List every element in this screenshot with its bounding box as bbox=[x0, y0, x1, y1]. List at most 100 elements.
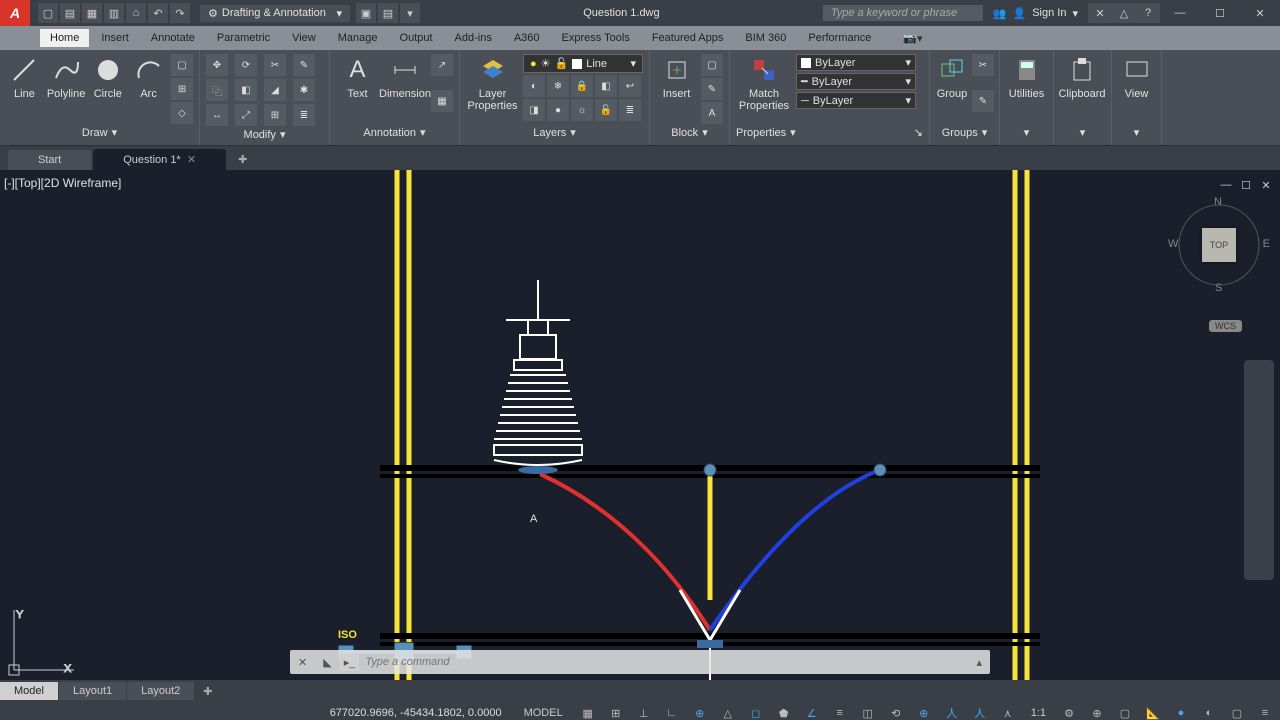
status-grid-icon[interactable]: ▦ bbox=[577, 703, 599, 720]
status-dyn-icon[interactable]: ⊕ bbox=[913, 703, 935, 720]
edit-block-icon[interactable]: ✎ bbox=[701, 78, 723, 100]
maximize-button[interactable]: ☐ bbox=[1200, 0, 1240, 26]
qat-extra3-icon[interactable]: ▾ bbox=[400, 3, 420, 23]
panel-properties-label[interactable]: Properties ▾ ↘ bbox=[736, 124, 923, 141]
panel-utilities-label[interactable]: ▾ bbox=[1006, 124, 1047, 141]
wcs-badge[interactable]: WCS bbox=[1209, 320, 1242, 332]
workspace-dropdown[interactable]: ⚙ Drafting & Annotation ▾ bbox=[200, 5, 350, 22]
signin-link[interactable]: Sign In bbox=[1032, 7, 1066, 19]
ribbon-minimize-icon[interactable]: 📷▾ bbox=[903, 32, 922, 45]
status-scale[interactable]: 1:1 bbox=[1025, 707, 1052, 719]
layer-match-icon[interactable]: ◧ bbox=[595, 75, 617, 97]
qat-extra2-icon[interactable]: ▤ bbox=[378, 3, 398, 23]
mirror-icon[interactable]: ◧ bbox=[235, 79, 257, 101]
qat-saveas-icon[interactable]: ▥ bbox=[104, 3, 124, 23]
qat-redo-icon[interactable]: ↷ bbox=[170, 3, 190, 23]
cmdline-history-icon[interactable]: ▴ bbox=[968, 656, 990, 669]
tab-bim360[interactable]: BIM 360 bbox=[735, 29, 796, 47]
stretch-icon[interactable]: ↔ bbox=[206, 104, 228, 126]
status-osnap-icon[interactable]: ◻ bbox=[745, 703, 767, 720]
command-input[interactable] bbox=[359, 656, 968, 668]
qat-plot-icon[interactable]: ⌂ bbox=[126, 3, 146, 23]
status-lwt-icon[interactable]: ≡ bbox=[829, 703, 851, 720]
infocenter-icon[interactable]: 👥 bbox=[993, 7, 1007, 20]
tab-featuredapps[interactable]: Featured Apps bbox=[642, 29, 734, 47]
drawing-canvas[interactable]: A ISO Y X bbox=[0, 170, 1280, 680]
panel-groups-label[interactable]: Groups ▾ bbox=[936, 124, 993, 141]
layouttab-layout1[interactable]: Layout1 bbox=[59, 682, 126, 700]
lineweight-dropdown[interactable]: ━ByLayer▾ bbox=[796, 73, 916, 90]
qat-open-icon[interactable]: ▤ bbox=[60, 3, 80, 23]
command-line[interactable]: ✕ ◣ ▸_ ▴ bbox=[290, 650, 990, 674]
status-clean-icon[interactable]: ▢ bbox=[1226, 703, 1248, 720]
scale-icon[interactable]: ⤢ bbox=[235, 104, 257, 126]
layer-lock-icon[interactable]: 🔒 bbox=[571, 75, 593, 97]
minimize-button[interactable]: — bbox=[1160, 0, 1200, 26]
tab-addins[interactable]: Add-ins bbox=[445, 29, 502, 47]
view-button[interactable]: View bbox=[1118, 54, 1155, 124]
create-block-icon[interactable]: ▢ bbox=[701, 54, 723, 76]
panel-block-label[interactable]: Block ▾ bbox=[656, 124, 723, 141]
layouttab-model[interactable]: Model bbox=[0, 682, 58, 700]
tab-view[interactable]: View bbox=[282, 29, 326, 47]
panel-annotation-label[interactable]: Annotation ▾ bbox=[336, 124, 453, 141]
status-sc-icon[interactable]: 人 bbox=[969, 703, 991, 720]
status-isolate-icon[interactable]: ◐ bbox=[1198, 703, 1220, 720]
status-gear-icon[interactable]: ⚙ bbox=[1058, 703, 1080, 720]
array-icon[interactable]: ⊞ bbox=[264, 104, 286, 126]
draw-mini1-icon[interactable]: ▢ bbox=[171, 54, 193, 76]
status-iso-icon[interactable]: △ bbox=[717, 703, 739, 720]
tab-annotate[interactable]: Annotate bbox=[141, 29, 205, 47]
cmdline-close-icon[interactable]: ✕ bbox=[290, 656, 315, 669]
qat-new-icon[interactable]: ▢ bbox=[38, 3, 58, 23]
close-button[interactable]: ✕ bbox=[1240, 0, 1280, 26]
layer-freeze-icon[interactable]: ❄ bbox=[547, 75, 569, 97]
tab-manage[interactable]: Manage bbox=[328, 29, 388, 47]
status-ortho-icon[interactable]: ∟ bbox=[661, 703, 683, 720]
layer-prev-icon[interactable]: ↩ bbox=[619, 75, 641, 97]
panel-clipboard-label[interactable]: ▾ bbox=[1060, 124, 1105, 141]
copy-icon[interactable]: ⿻ bbox=[206, 79, 228, 101]
dimension-button[interactable]: Dimension bbox=[383, 54, 427, 124]
leader-icon[interactable]: ↗ bbox=[431, 54, 453, 76]
table-icon[interactable]: ▦ bbox=[431, 90, 453, 112]
layer-off-icon[interactable]: ◐ bbox=[523, 75, 545, 97]
status-snap-icon[interactable]: ⊞ bbox=[605, 703, 627, 720]
cmdline-customize-icon[interactable]: ◣ bbox=[315, 656, 339, 669]
circle-button[interactable]: Circle bbox=[89, 54, 126, 124]
match-properties-button[interactable]: Match Properties bbox=[736, 54, 792, 124]
qat-extra1-icon[interactable]: ▣ bbox=[356, 3, 376, 23]
erase-icon[interactable]: ✎ bbox=[293, 54, 315, 76]
close-tab-icon[interactable]: ✕ bbox=[187, 154, 196, 166]
rotate-icon[interactable]: ⟳ bbox=[235, 54, 257, 76]
layouttab-add-button[interactable]: ✚ bbox=[195, 682, 220, 701]
status-otrack-icon[interactable]: ∠ bbox=[801, 703, 823, 720]
group-button[interactable]: Group bbox=[936, 54, 968, 124]
filetab-active[interactable]: Question 1* ✕ bbox=[93, 149, 226, 170]
ungroup-icon[interactable]: ✂ bbox=[972, 54, 994, 76]
tab-a360[interactable]: A360 bbox=[504, 29, 550, 47]
draw-mini3-icon[interactable]: ◇ bbox=[171, 102, 193, 124]
panel-view-label[interactable]: ▾ bbox=[1118, 124, 1155, 141]
status-infer-icon[interactable]: ⊥ bbox=[633, 703, 655, 720]
viewcube[interactable]: N S W E TOP bbox=[1174, 200, 1264, 290]
app-logo[interactable]: A bbox=[0, 0, 30, 26]
status-annomonitor-icon[interactable]: ⊕ bbox=[1086, 703, 1108, 720]
layouttab-layout2[interactable]: Layout2 bbox=[127, 682, 194, 700]
chevron-down-icon[interactable]: ▾ bbox=[1072, 7, 1078, 20]
status-cycling-icon[interactable]: ⟲ bbox=[885, 703, 907, 720]
status-hw-icon[interactable]: ● bbox=[1170, 703, 1192, 720]
trim-icon[interactable]: ✂ bbox=[264, 54, 286, 76]
filetab-start[interactable]: Start bbox=[8, 150, 91, 170]
utilities-button[interactable]: Utilities bbox=[1006, 54, 1047, 124]
exchange-icon[interactable]: ✕ bbox=[1088, 3, 1112, 23]
layer-on-icon[interactable]: ● bbox=[547, 99, 569, 121]
a360-icon[interactable]: △ bbox=[1112, 3, 1136, 23]
status-coordinates[interactable]: 677020.9696, -45434.1802, 0.0000 bbox=[322, 707, 510, 719]
status-polar-icon[interactable]: ⊕ bbox=[689, 703, 711, 720]
tab-parametric[interactable]: Parametric bbox=[207, 29, 280, 47]
clipboard-button[interactable]: Clipboard bbox=[1060, 54, 1104, 124]
qat-save-icon[interactable]: ▦ bbox=[82, 3, 102, 23]
polyline-button[interactable]: Polyline bbox=[47, 54, 86, 124]
layer-unlock-icon[interactable]: 🔓 bbox=[595, 99, 617, 121]
